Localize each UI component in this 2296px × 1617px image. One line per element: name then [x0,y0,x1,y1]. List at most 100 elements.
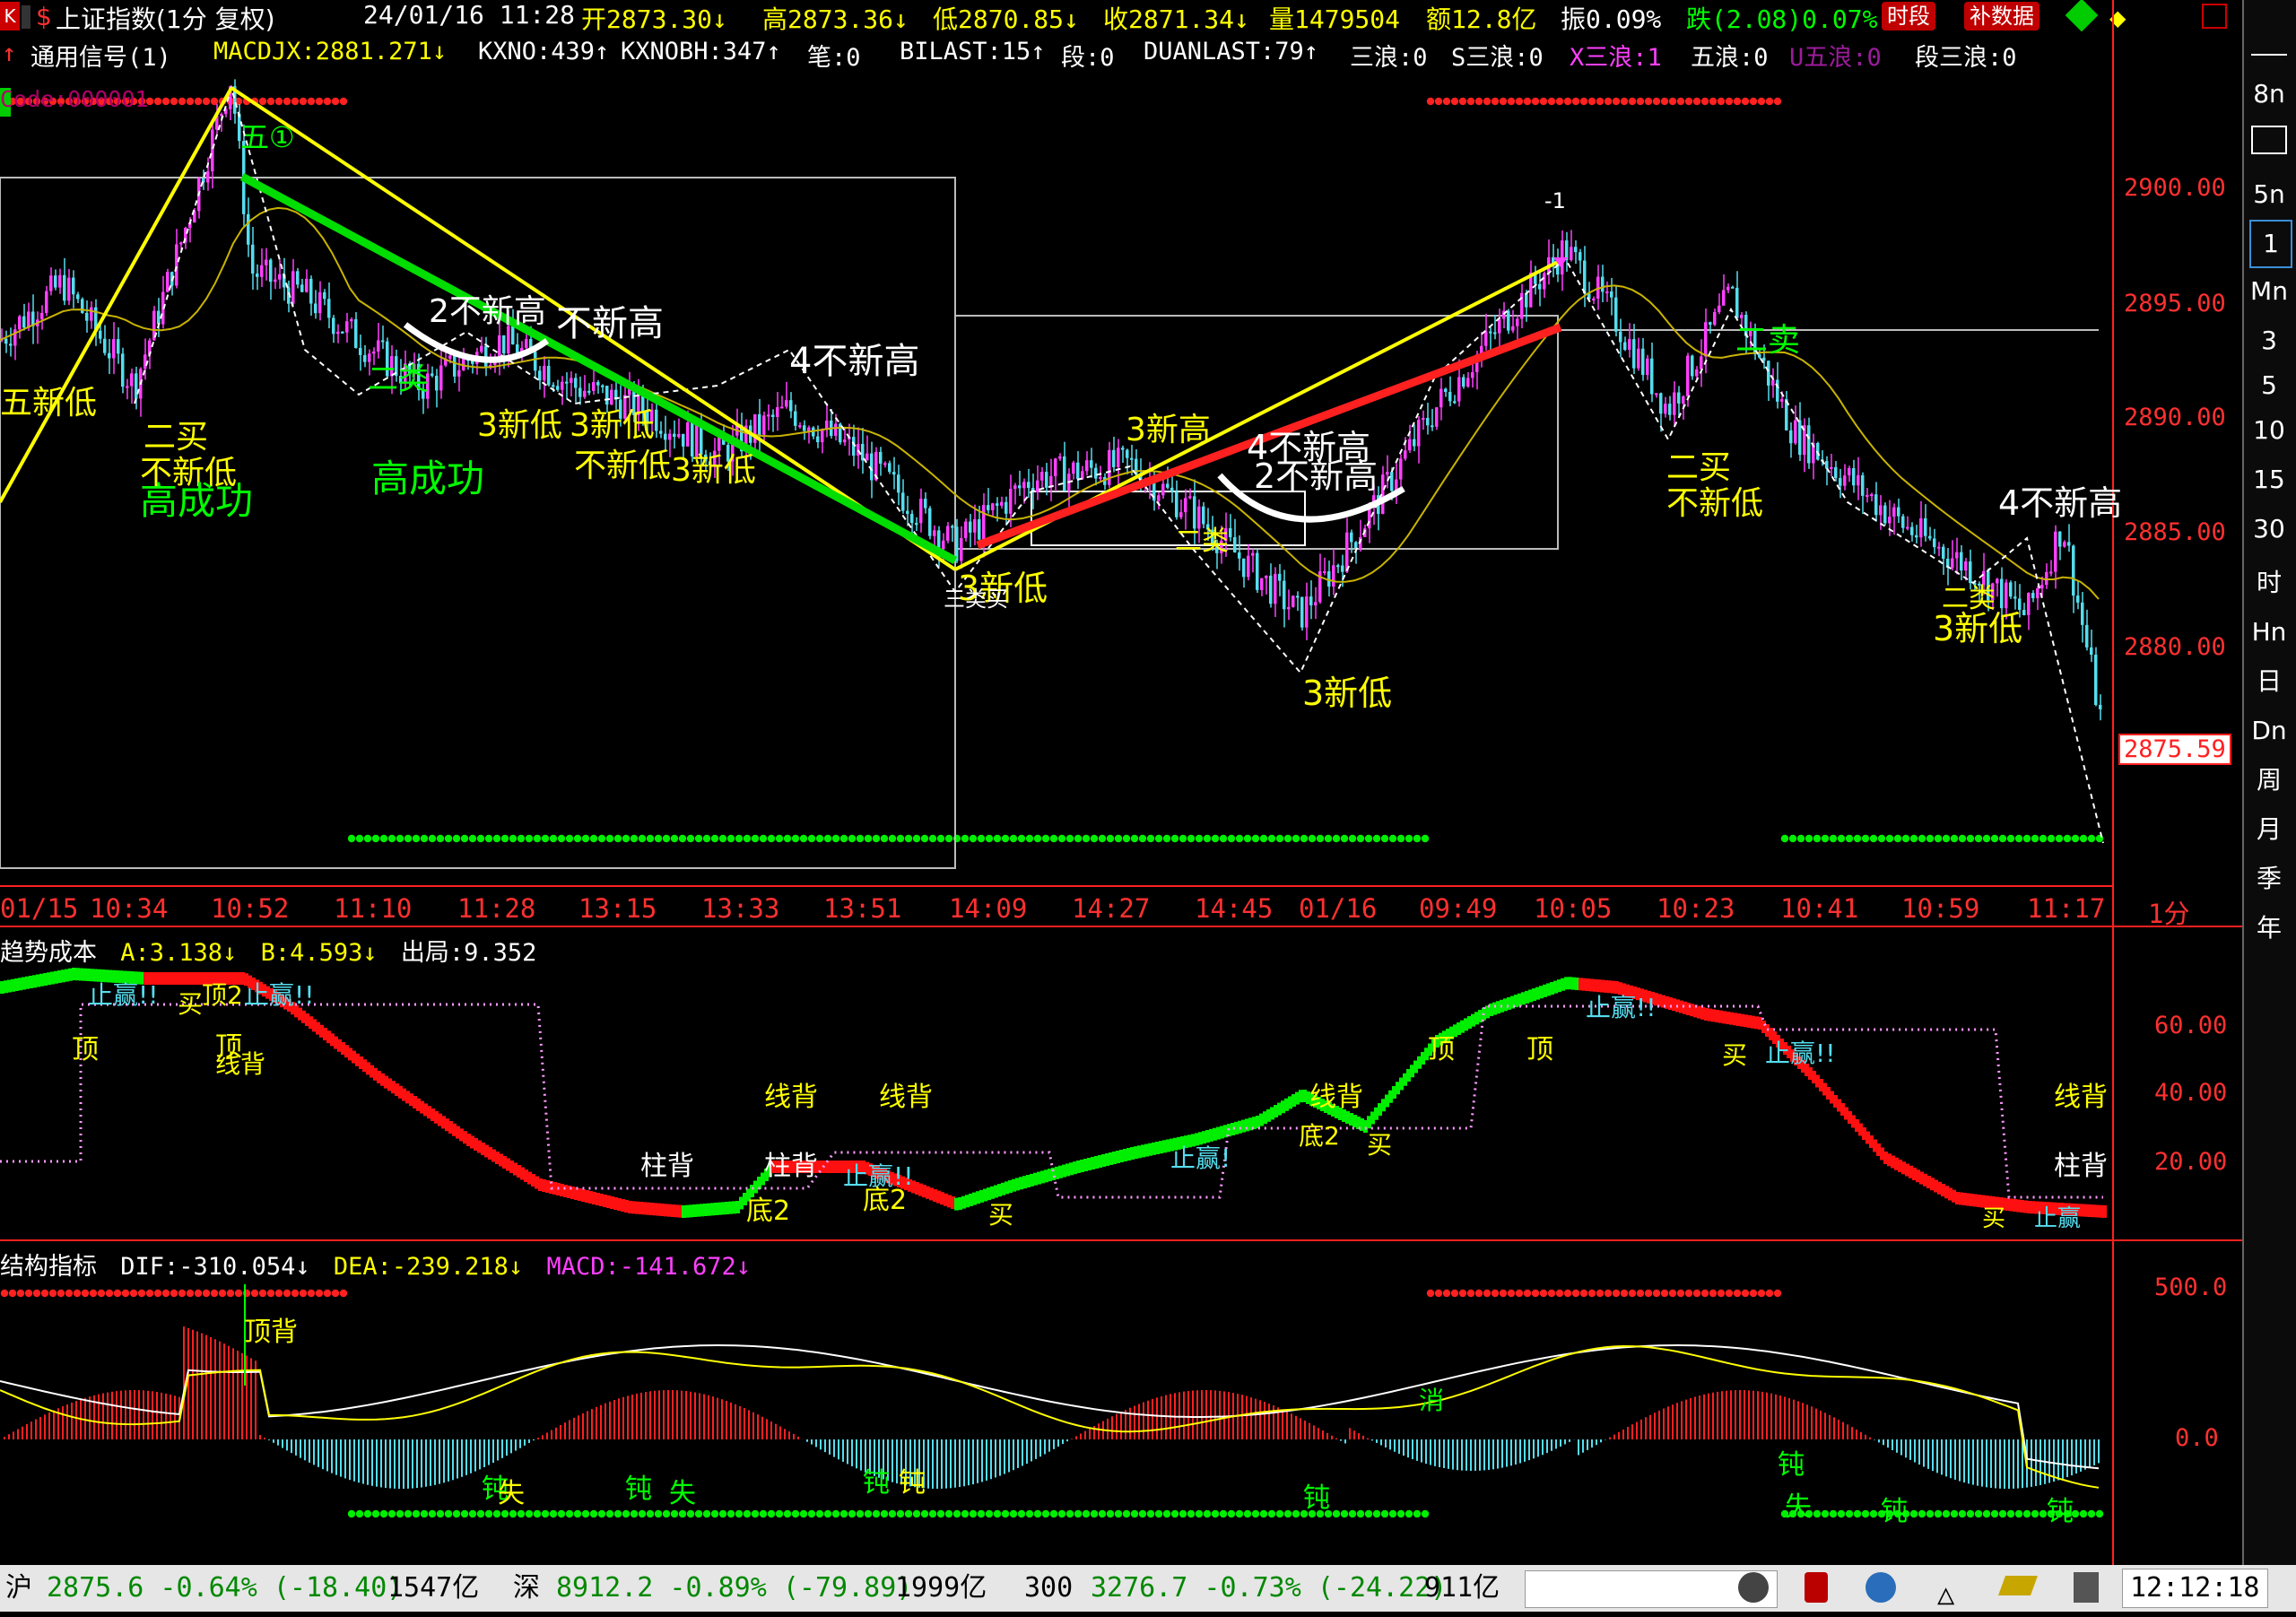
period-button-10[interactable]: Hn [2247,610,2292,655]
period-button-5[interactable]: 5 [2247,363,2292,408]
annot-er-lei: 二类 [368,361,429,397]
signal-dot [1877,834,1886,843]
signal-dot [347,1509,356,1518]
candle-body [121,353,125,387]
st-shi-1: 失 [498,1478,525,1509]
period-button-16[interactable]: 年 [2247,906,2292,951]
period-label[interactable]: 1分 [2148,893,2189,931]
notes-icon[interactable] [2074,1572,2099,1603]
candle-body [1852,468,1856,486]
candle-body [2094,655,2098,706]
signal-dot [1106,834,1115,843]
candle-body [1578,252,1582,261]
signal-dot [1620,1289,1629,1298]
period-button-2[interactable]: 1 [2249,220,2292,268]
candle-body [834,423,838,437]
signal-dot [1620,97,1629,106]
trend-cost-exit: 出局:9.352 [400,939,537,967]
signal-dot [105,1289,114,1298]
signal-dot [702,834,711,843]
globe-icon[interactable] [1866,1572,1896,1603]
signal-dot [670,834,679,843]
signal-dot [1195,1509,1204,1518]
signal-dot [517,834,526,843]
signal-dot [1853,834,1862,843]
signal-dot [597,1509,606,1518]
sz-value[interactable]: 8912.2 -0.89% (-79.89) [556,1565,912,1612]
signal-dot [24,1289,33,1298]
signal-dot [1676,1289,1685,1298]
period-button-11[interactable]: 日 [2247,659,2292,704]
signal-dot [396,834,404,843]
signal-dot [1316,834,1325,843]
candle-body [76,294,80,300]
signal-dot [1372,1509,1381,1518]
period-button-3[interactable]: Mn [2247,269,2292,314]
alert-icon[interactable]: △ [1937,1570,1954,1617]
candle-body [1040,472,1044,481]
period-button-13[interactable]: 周 [2247,758,2292,803]
signal-dot [646,1509,655,1518]
signal-dot [129,1289,138,1298]
chart-canvas[interactable] [0,0,2242,1565]
python-icon[interactable] [1738,1572,1769,1603]
candle-body [1076,462,1080,480]
period-button-4[interactable]: 3 [2247,318,2292,363]
period-button-1[interactable]: 5n [2247,172,2292,217]
period-button-9[interactable]: 时 [2247,561,2292,605]
signal-dot [1001,1509,1010,1518]
signal-dot [1780,834,1789,843]
signal-dot [1652,97,1661,106]
candle-body [556,386,560,390]
annot-wu-xindi: 五新低 [0,385,98,422]
candle-body [1771,379,1775,386]
hs300-value[interactable]: 3276.7 -0.73% (-24.22) [1091,1565,1447,1612]
signal-dot [2014,1509,2023,1518]
signal-dot [912,834,921,843]
line-chart-icon[interactable] [2251,27,2287,56]
sh-value[interactable]: 2875.6 -0.64% (-18.40) [47,1565,403,1612]
signal-dot [1829,834,1838,843]
period-button-15[interactable]: 季 [2247,856,2292,901]
period-button-0[interactable]: 8n [2247,72,2292,117]
annot-wu-circle: 五① [240,120,295,154]
candle-body [1399,458,1403,480]
time-tick: 10:05 [1534,893,1613,924]
signal-dot [848,1509,857,1518]
period-button-6[interactable]: 10 [2247,408,2292,453]
signal-dot [1974,1509,1983,1518]
database-icon[interactable] [1805,1572,1828,1603]
candle-body [892,472,896,475]
candle-body [1426,418,1430,426]
candle-body [771,414,775,418]
period-button-14[interactable]: 月 [2247,807,2292,852]
kline-box-icon[interactable] [2251,126,2287,154]
signal-dot [1450,1289,1459,1298]
signal-dot [1788,834,1797,843]
candle-body [1726,286,1730,291]
candle-body [211,129,214,172]
signal-dot [807,1509,816,1518]
candle-body [112,339,116,359]
candle-body [377,340,380,352]
signal-dot [1507,1289,1516,1298]
signal-dot [670,1509,679,1518]
candle-body [1525,292,1528,308]
signal-dot [492,834,501,843]
candle-body [1605,291,1609,294]
candle-body [2090,647,2093,656]
period-button-8[interactable]: 30 [2247,507,2292,552]
candle-body [1108,449,1111,485]
signal-dot [121,1289,130,1298]
signal-dot [315,97,324,106]
period-button-12[interactable]: Dn [2247,709,2292,753]
period-button-7[interactable]: 15 [2247,457,2292,502]
signal-dot [452,834,461,843]
signal-dot [1041,834,1050,843]
candle-body [1417,420,1421,447]
signal-dot [1853,1509,1862,1518]
candle-body [1054,458,1057,476]
signal-dot [815,834,824,843]
candle-body [776,407,779,418]
ticket-icon[interactable] [1997,1576,2039,1595]
